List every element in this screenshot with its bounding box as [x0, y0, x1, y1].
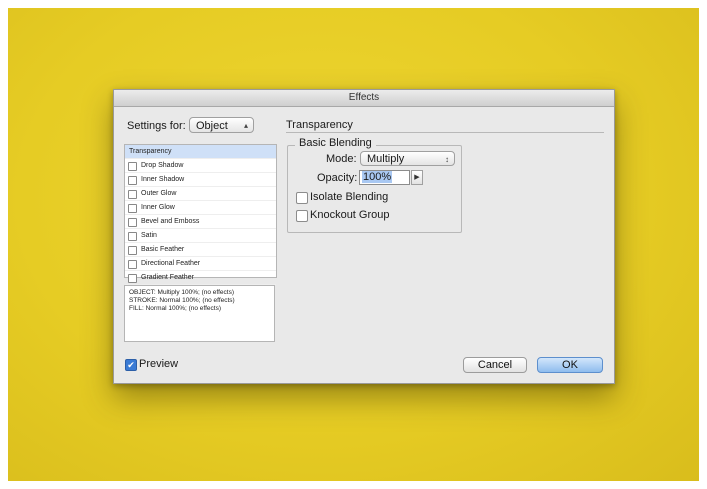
effect-checkbox[interactable]	[128, 190, 137, 199]
knockout-group-label[interactable]: Knockout Group	[310, 209, 390, 221]
effect-checkbox[interactable]	[128, 260, 137, 269]
list-item-satin[interactable]: Satin	[125, 229, 276, 243]
effect-checkbox[interactable]	[128, 218, 137, 227]
opacity-popup-arrow-icon[interactable]: ▶	[411, 170, 423, 185]
panel-title: Transparency	[286, 119, 353, 131]
list-item-label: Inner Shadow	[141, 176, 185, 183]
settings-for-select[interactable]: Object ▴	[189, 117, 254, 133]
updown-chevron-icon: ↕	[445, 155, 449, 164]
list-item-label: Gradient Feather	[141, 274, 194, 281]
list-item-label: Outer Glow	[141, 190, 177, 197]
list-item-label: Inner Glow	[141, 204, 175, 211]
list-item-bevel-and-emboss[interactable]: Bevel and Emboss	[125, 215, 276, 229]
summary-object-line: OBJECT: Multiply 100%; (no effects)	[129, 289, 235, 296]
list-item-label: Drop Shadow	[141, 162, 184, 169]
list-item-transparency[interactable]: Transparency	[125, 145, 276, 159]
ok-button[interactable]: OK	[537, 357, 603, 373]
cancel-button[interactable]: Cancel	[463, 357, 527, 373]
preview-label[interactable]: Preview	[139, 358, 178, 370]
mode-select[interactable]: Multiply ↕	[360, 151, 455, 166]
checkmark-icon: ✔	[127, 360, 135, 370]
basic-blending-title: Basic Blending	[295, 137, 376, 149]
effect-checkbox[interactable]	[128, 246, 137, 255]
settings-for-label: Settings for:	[127, 120, 186, 132]
dialog-title-bar[interactable]: Effects	[114, 90, 614, 107]
mode-label: Mode:	[326, 153, 357, 165]
list-item-basic-feather[interactable]: Basic Feather	[125, 243, 276, 257]
mode-value: Multiply	[367, 153, 405, 165]
settings-for-value: Object	[196, 120, 228, 132]
effect-checkbox[interactable]	[128, 204, 137, 213]
list-item-label: Transparency	[129, 148, 172, 155]
effect-checkbox[interactable]	[128, 232, 137, 241]
opacity-value: 100%	[362, 171, 393, 183]
effect-checkbox[interactable]	[128, 162, 137, 171]
knockout-group-checkbox[interactable]	[296, 210, 308, 222]
list-item-directional-feather[interactable]: Directional Feather	[125, 257, 276, 271]
effect-checkbox[interactable]	[128, 274, 137, 283]
preview-checkbox[interactable]: ✔	[125, 359, 137, 371]
opacity-label: Opacity:	[317, 172, 358, 184]
updown-chevron-icon: ▴	[243, 121, 248, 130]
list-item-inner-glow[interactable]: Inner Glow	[125, 201, 276, 215]
list-item-label: Satin	[141, 232, 157, 239]
list-item-label: Bevel and Emboss	[141, 218, 200, 225]
effects-dialog: Effects Settings for: Object ▴ Transpare…	[113, 89, 615, 384]
panel-divider	[286, 132, 604, 133]
effects-list: Transparency Drop Shadow Inner Shadow Ou…	[124, 144, 277, 285]
list-item-label: Basic Feather	[141, 246, 185, 253]
effects-summary-box: OBJECT: Multiply 100%; (no effects) STRO…	[124, 285, 275, 342]
isolate-blending-checkbox[interactable]	[296, 192, 308, 204]
summary-fill-line: FILL: Normal 100%; (no effects)	[129, 305, 222, 312]
isolate-blending-label[interactable]: Isolate Blending	[310, 191, 388, 203]
dialog-title: Effects	[348, 92, 380, 103]
list-item-outer-glow[interactable]: Outer Glow	[125, 187, 276, 201]
summary-stroke-line: STROKE: Normal 100%; (no effects)	[129, 297, 235, 304]
list-item-gradient-feather[interactable]: Gradient Feather	[125, 271, 276, 285]
list-item-drop-shadow[interactable]: Drop Shadow	[125, 159, 276, 173]
opacity-input[interactable]: 100%	[359, 170, 410, 185]
list-item-label: Directional Feather	[141, 260, 201, 267]
effect-checkbox[interactable]	[128, 176, 137, 185]
list-item-inner-shadow[interactable]: Inner Shadow	[125, 173, 276, 187]
